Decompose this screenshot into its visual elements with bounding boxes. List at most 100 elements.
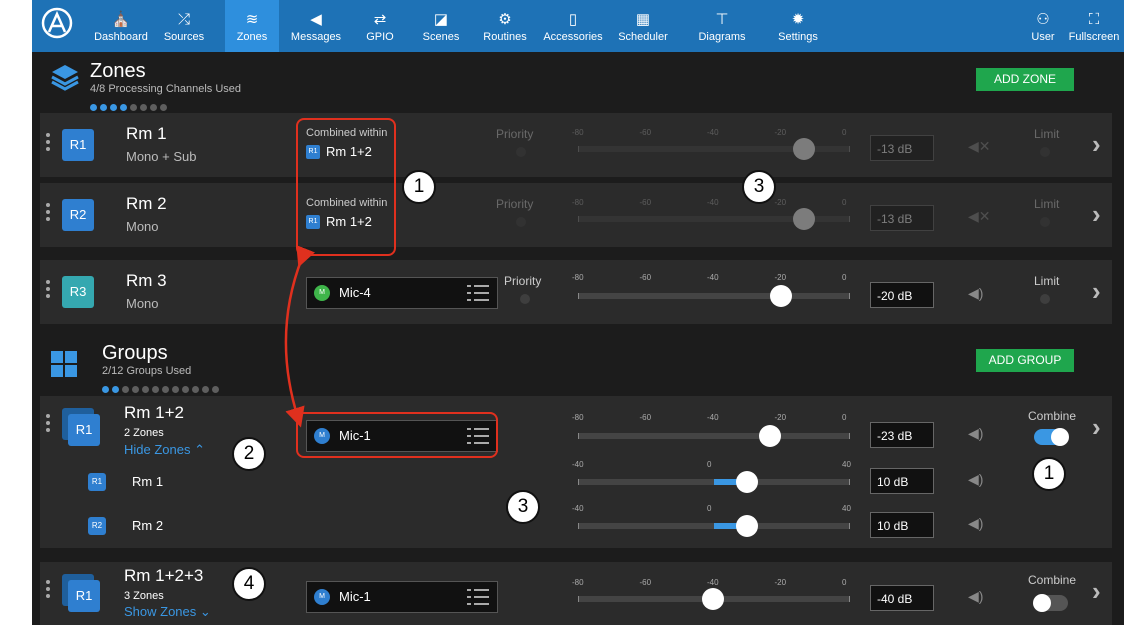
member-name: Rm 2: [132, 518, 164, 533]
volume-db-value[interactable]: -13 dB: [870, 135, 934, 161]
user-icon: ⚇: [1036, 11, 1050, 28]
member-name: Rm 1: [132, 474, 164, 489]
nav-scheduler[interactable]: ▦ Scheduler: [612, 0, 674, 52]
speaker-icon[interactable]: ◀): [968, 425, 983, 442]
chevron-up-icon: ⌃: [194, 442, 206, 457]
nav-dashboard[interactable]: ⛪ Dashboard: [90, 0, 152, 52]
megaphone-icon: ◀: [310, 11, 322, 28]
combine-toggle[interactable]: [1033, 594, 1068, 612]
nav-accessories[interactable]: ▯ Accessories: [538, 0, 608, 52]
drag-handle-icon[interactable]: [46, 133, 50, 154]
limit-indicator[interactable]: [1040, 294, 1050, 304]
priority-indicator[interactable]: [520, 294, 530, 304]
usage-dot: [202, 386, 209, 393]
speaker-icon[interactable]: ◀): [968, 285, 983, 302]
usage-dot: [130, 104, 137, 111]
usage-dot: [152, 386, 159, 393]
volume-db-value[interactable]: -40 dB: [870, 585, 934, 611]
zone-row-rm3[interactable]: R3 Rm 3 Mono M Mic-4 Priority -80 -60 -40 -…: [40, 260, 1112, 324]
add-group-button[interactable]: ADD GROUP: [976, 349, 1074, 372]
gpio-icon: ⇄: [373, 11, 387, 28]
zone-row-rm1[interactable]: R1 Rm 1 Mono + Sub Combined within R1 Rm …: [40, 113, 1112, 177]
speaker-icon[interactable]: ◀): [968, 588, 983, 605]
drag-handle-icon[interactable]: [46, 414, 50, 435]
show-zones-link[interactable]: Show Zones ⌄: [124, 604, 211, 620]
volume-slider-knob[interactable]: [769, 285, 792, 307]
zone-name: Rm 1: [126, 124, 167, 143]
scale-tick-label: -60: [639, 128, 652, 137]
chevron-right-icon[interactable]: ›: [1092, 129, 1101, 160]
volume-track[interactable]: [578, 293, 850, 299]
trim-db-value[interactable]: 10 dB: [870, 512, 934, 538]
scale-tick-label: -40: [572, 504, 584, 513]
chevron-right-icon[interactable]: ›: [1092, 276, 1101, 307]
chevron-right-icon[interactable]: ›: [1092, 412, 1101, 443]
drag-handle-icon[interactable]: [46, 203, 50, 224]
scale-tick-label: -40: [707, 198, 719, 207]
logo-icon[interactable]: [40, 6, 74, 40]
volume-slider-knob[interactable]: [793, 208, 816, 230]
speaker-icon[interactable]: ◀): [968, 471, 983, 488]
chevron-right-icon[interactable]: ›: [1092, 576, 1101, 607]
combine-toggle[interactable]: [1034, 428, 1069, 446]
dashboard-icon: ⛪: [111, 11, 131, 28]
volume-db-value[interactable]: -20 dB: [870, 282, 934, 308]
list-icon[interactable]: [467, 284, 489, 302]
nav-settings[interactable]: ✹ Settings: [770, 0, 826, 52]
trim-track[interactable]: [578, 523, 850, 529]
scale-tick-label: -60: [639, 198, 652, 207]
priority-indicator[interactable]: [516, 147, 526, 157]
limit-indicator[interactable]: [1040, 217, 1050, 227]
list-icon[interactable]: [467, 588, 489, 606]
shuffle-icon: ⤮: [177, 11, 190, 28]
scale-tick-label: 0: [842, 198, 847, 207]
drag-handle-icon[interactable]: [46, 280, 50, 301]
volume-slider-knob[interactable]: [793, 138, 816, 160]
scale-tick-label: -20: [774, 128, 787, 137]
usage-dot: [112, 386, 119, 393]
nav-routines[interactable]: ⚙ Routines: [476, 0, 534, 52]
scale-tick-label: 0: [707, 504, 712, 513]
scale-tick-label: 0: [842, 128, 847, 137]
nav-zones[interactable]: ≋ Zones: [225, 0, 279, 52]
annotation-number: 3: [742, 170, 776, 204]
volume-slider-knob[interactable]: [702, 588, 724, 610]
scale-tick-label: -40: [707, 273, 719, 282]
trim-slider-knob[interactable]: [735, 515, 758, 537]
source-name: Mic-1: [339, 589, 371, 604]
trim-track[interactable]: [578, 479, 850, 485]
volume-track[interactable]: [578, 433, 850, 439]
volume-db-value[interactable]: -23 dB: [870, 422, 934, 448]
trim-slider-knob[interactable]: [735, 471, 758, 493]
nav-diagrams[interactable]: ⊤ Diagrams: [692, 0, 752, 52]
nav-messages[interactable]: ◀ Messages: [284, 0, 348, 52]
priority-label: Priority: [496, 197, 534, 211]
muted-speaker-icon[interactable]: ◀✕: [968, 208, 991, 225]
annotation-highlight: [296, 118, 396, 256]
volume-db-value[interactable]: -13 dB: [870, 205, 934, 231]
annotation-number: 1: [1032, 457, 1066, 491]
group-row-rm12[interactable]: R1 Rm 1+2 2 Zones Hide Zones ⌃ M Mic-1 -…: [40, 396, 1112, 548]
source-selector[interactable]: M Mic-1: [306, 581, 498, 613]
nav-user[interactable]: ⚇ User: [1026, 0, 1060, 52]
hide-zones-link[interactable]: Hide Zones ⌃: [124, 442, 205, 458]
speaker-icon[interactable]: ◀): [968, 515, 983, 532]
source-selector[interactable]: M Mic-4: [306, 277, 498, 309]
zone-type: Mono: [126, 296, 159, 311]
trim-db-value[interactable]: 10 dB: [870, 468, 934, 494]
zone-row-rm2[interactable]: R2 Rm 2 Mono Combined within R1 Rm 1+2 Pr…: [40, 183, 1112, 247]
chevron-right-icon[interactable]: ›: [1092, 199, 1101, 230]
muted-speaker-icon[interactable]: ◀✕: [968, 138, 991, 155]
group-row-rm123[interactable]: R1 Rm 1+2+3 3 Zones Show Zones ⌄ M Mic-1…: [40, 562, 1112, 625]
limit-indicator[interactable]: [1040, 147, 1050, 157]
drag-handle-icon[interactable]: [46, 580, 50, 601]
priority-indicator[interactable]: [516, 217, 526, 227]
usage-dot: [182, 386, 189, 393]
nav-fullscreen[interactable]: ⛶ Fullscreen: [1066, 0, 1122, 52]
nav-scenes[interactable]: ◪ Scenes: [416, 0, 466, 52]
add-zone-button[interactable]: ADD ZONE: [976, 68, 1074, 91]
nav-sources[interactable]: ⤮ Sources: [156, 0, 212, 52]
nav-gpio[interactable]: ⇄ GPIO: [358, 0, 402, 52]
annotation-number: 3: [506, 490, 540, 524]
volume-slider-knob[interactable]: [759, 425, 782, 447]
